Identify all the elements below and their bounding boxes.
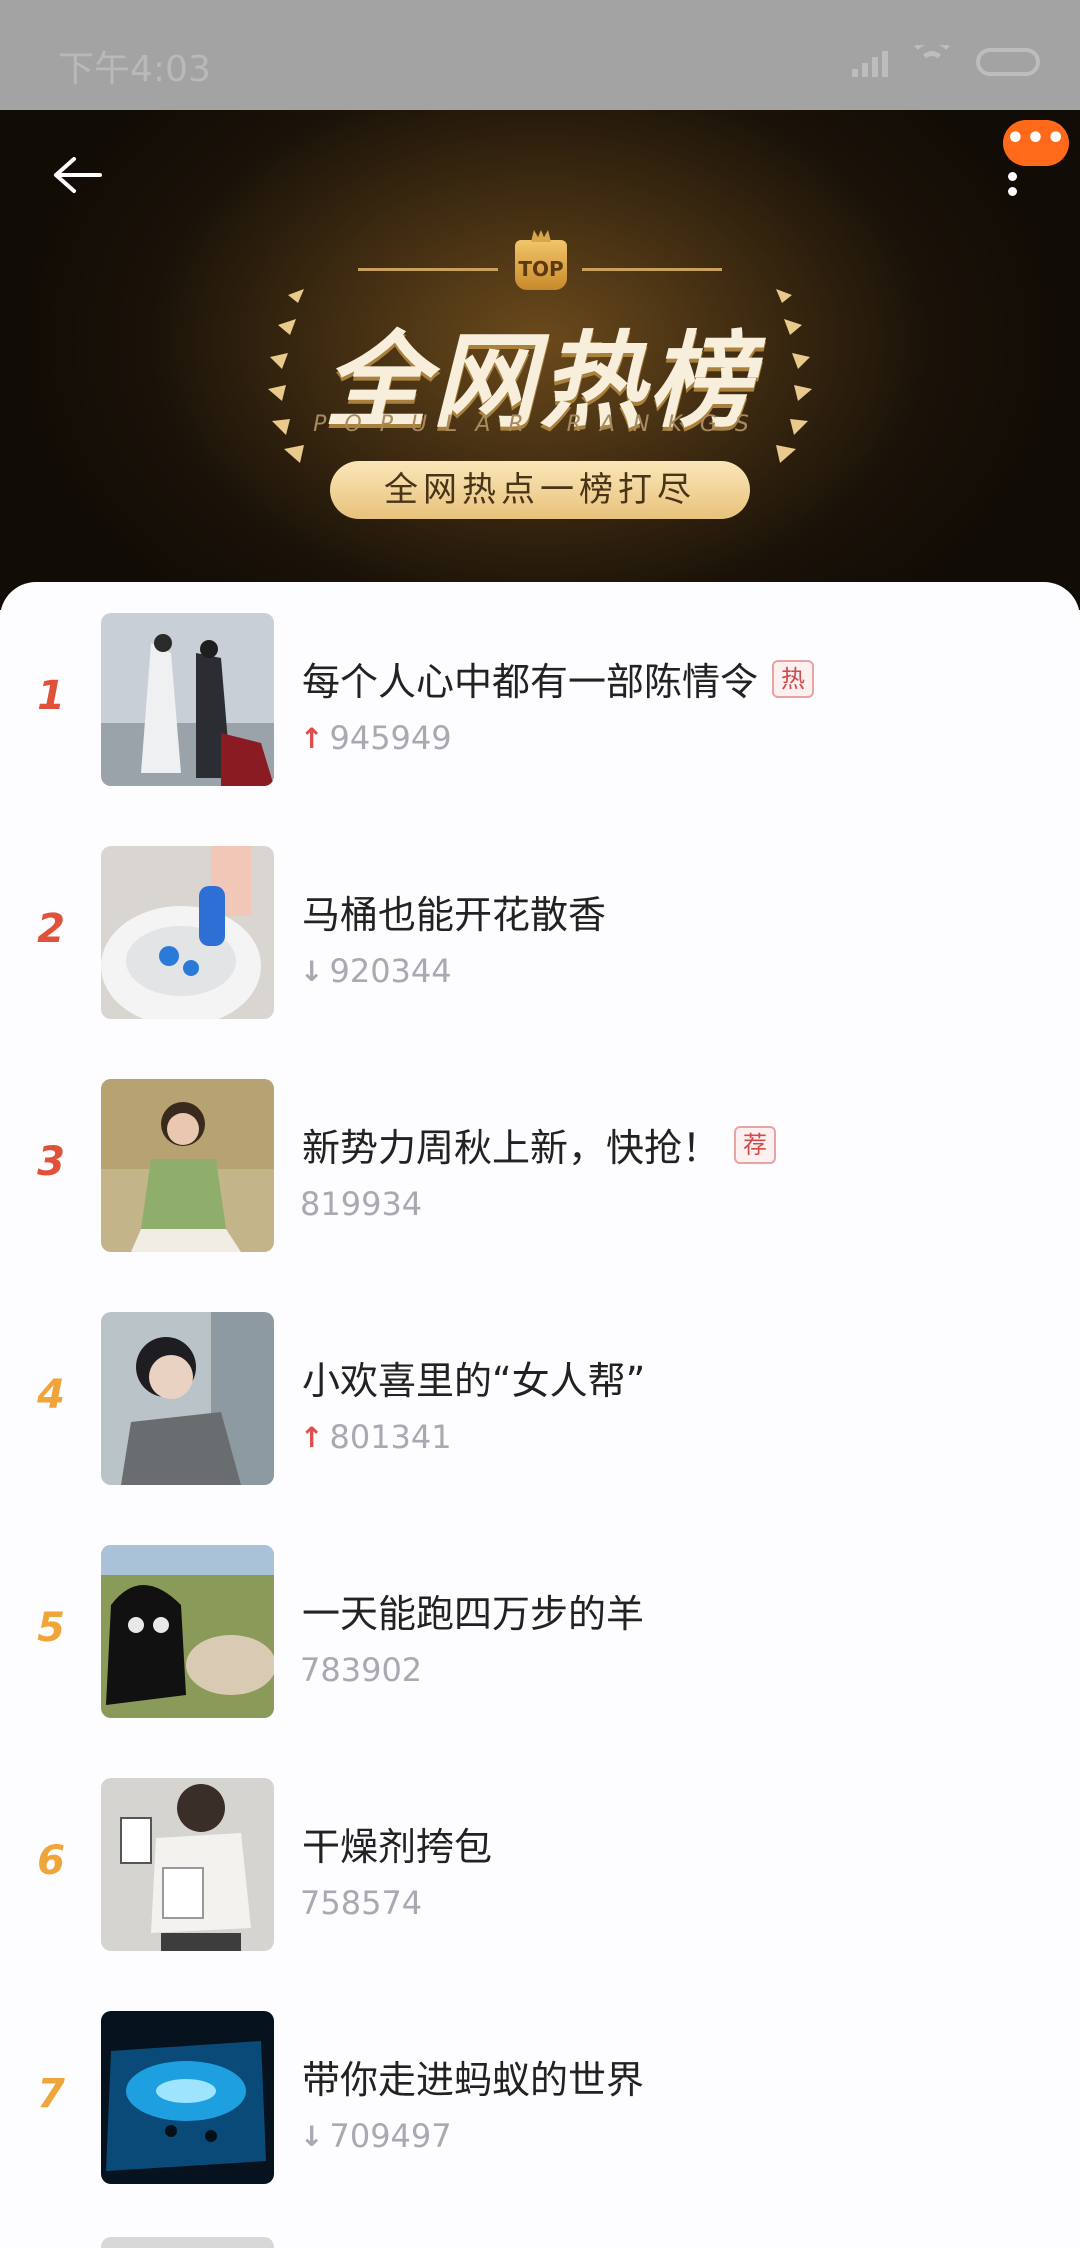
list-item[interactable]: 5 一天能跑四万步的羊 783902 xyxy=(0,1545,1080,1778)
item-title: 新势力周秋上新，快抢！ xyxy=(302,1126,721,1170)
item-score: 758574 xyxy=(300,1884,422,1922)
rank-number: 5 xyxy=(37,1605,65,1651)
item-title: 马桶也能开花散香 xyxy=(302,893,607,937)
list-item[interactable]: 1 每个人心中都有一部陈情令 热 ↑ 945949 xyxy=(0,613,1080,846)
item-thumbnail xyxy=(101,846,274,1019)
back-button[interactable] xyxy=(52,155,102,195)
status-bar: 下午4:03 xyxy=(0,0,1080,110)
item-thumbnail xyxy=(101,1545,274,1718)
status-icons xyxy=(852,44,1040,80)
rank-number: 3 xyxy=(37,1139,65,1185)
hot-tag: 热 xyxy=(772,659,815,698)
rank-number: 2 xyxy=(37,906,65,952)
item-title: 小欢喜里的“女人帮” xyxy=(302,1359,646,1403)
item-score: ↓ 709497 xyxy=(300,2117,452,2155)
ranking-list: 1 每个人心中都有一部陈情令 热 ↑ 945949 2 马桶也能开花散香 ↓ 9… xyxy=(0,582,1080,2248)
item-title-row: 干燥剂挎包 xyxy=(302,1816,492,1871)
item-score: ↓ 920344 xyxy=(300,952,452,990)
banner-slogan: 全网热点一榜打尽 xyxy=(330,461,750,519)
score-value: 783902 xyxy=(300,1651,423,1689)
item-thumbnail xyxy=(101,613,274,786)
item-thumbnail xyxy=(101,1079,274,1252)
score-value: 709497 xyxy=(329,2117,452,2155)
score-value: 920344 xyxy=(329,952,452,990)
rank-number: 1 xyxy=(37,673,65,719)
battery-icon xyxy=(976,48,1040,76)
item-title: 每个人心中都有一部陈情令 xyxy=(302,660,759,704)
wifi-icon xyxy=(910,45,954,79)
item-title-row: 新势力周秋上新，快抢！ 荐 xyxy=(302,1117,777,1172)
item-title: 一天能跑四万步的羊 xyxy=(302,1592,645,1636)
item-thumbnail xyxy=(101,2237,274,2248)
rank-number: 7 xyxy=(37,2071,65,2117)
item-thumbnail xyxy=(101,2011,274,2184)
kebab-menu-icon[interactable] xyxy=(1008,172,1020,202)
item-title-row: 每个人心中都有一部陈情令 热 xyxy=(302,651,815,706)
item-thumbnail xyxy=(101,1312,274,1485)
more-menu-button[interactable]: ••• xyxy=(1003,120,1069,166)
list-item[interactable]: 7 带你走进蚂蚁的世界 ↓ 709497 xyxy=(0,2011,1080,2244)
item-title-row: 小欢喜里的“女人帮” xyxy=(302,1350,645,1405)
score-value: 758574 xyxy=(300,1884,423,1922)
banner-subtitle: POPULAR RANKGS xyxy=(313,412,767,437)
trend-up-icon: ↑ xyxy=(300,721,324,755)
decorative-line-right xyxy=(582,268,722,271)
list-item[interactable]: 4 小欢喜里的“女人帮” ↑ 801341 xyxy=(0,1312,1080,1545)
item-score: ↑ 945949 xyxy=(300,719,452,757)
item-score: ↑ 801341 xyxy=(300,1418,452,1456)
list-item[interactable]: 3 新势力周秋上新，快抢！ 荐 819934 xyxy=(0,1079,1080,1312)
rank-number: 4 xyxy=(37,1372,65,1418)
top-crown-badge: TOP xyxy=(515,240,567,290)
trend-up-icon: ↑ xyxy=(300,1420,324,1454)
status-time: 下午4:03 xyxy=(58,49,211,90)
signal-icon xyxy=(852,47,888,77)
back-arrow-icon xyxy=(54,157,102,193)
item-title: 干燥剂挎包 xyxy=(302,1825,493,1869)
item-title-row: 带你走进蚂蚁的世界 xyxy=(302,2049,644,2104)
decorative-line-left xyxy=(358,268,498,271)
item-score: 819934 xyxy=(300,1185,422,1223)
rank-number: 6 xyxy=(37,1838,65,1884)
item-title: 带你走进蚂蚁的世界 xyxy=(302,2058,645,2102)
item-title-row: 马桶也能开花散香 xyxy=(302,884,606,939)
score-value: 819934 xyxy=(300,1185,423,1223)
item-title-row: 一天能跑四万步的羊 xyxy=(302,1583,644,1638)
trend-down-icon: ↓ xyxy=(300,954,324,988)
score-value: 945949 xyxy=(329,719,452,757)
list-item[interactable]: 6 干燥剂挎包 758574 xyxy=(0,1778,1080,2011)
recommend-tag: 荐 xyxy=(734,1125,777,1164)
score-value: 801341 xyxy=(329,1418,452,1456)
trend-down-icon: ↓ xyxy=(300,2119,324,2153)
item-thumbnail xyxy=(101,1778,274,1951)
list-item[interactable]: 2 马桶也能开花散香 ↓ 920344 xyxy=(0,846,1080,1079)
item-score: 783902 xyxy=(300,1651,422,1689)
